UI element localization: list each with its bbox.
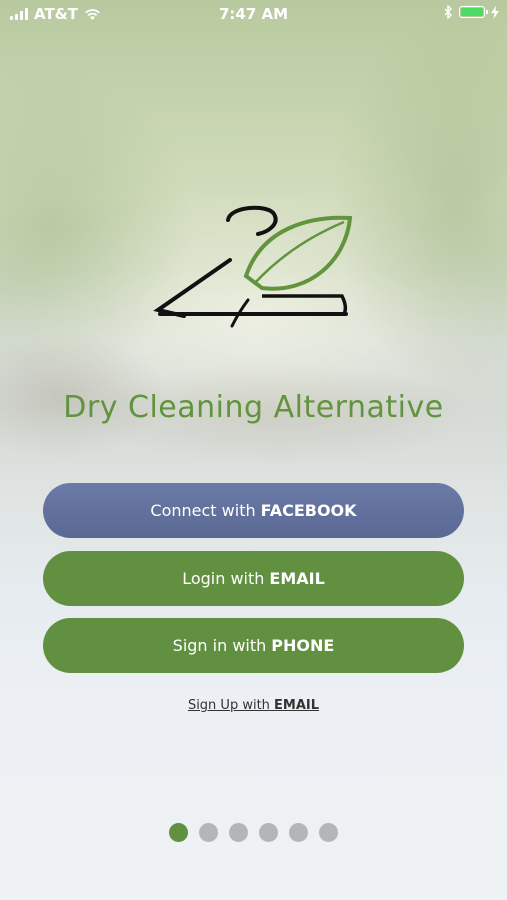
status-time: 7:47 AM bbox=[218, 5, 289, 23]
email-button-prefix: Login with bbox=[182, 569, 265, 588]
page-dot[interactable] bbox=[169, 823, 188, 842]
facebook-button-prefix: Connect with bbox=[150, 501, 256, 520]
page-dot[interactable] bbox=[229, 823, 248, 842]
charging-bolt-icon bbox=[491, 5, 499, 19]
status-right bbox=[444, 5, 499, 19]
battery-icon bbox=[459, 6, 488, 18]
background-overlay bbox=[0, 0, 507, 900]
page-dot[interactable] bbox=[319, 823, 338, 842]
status-bar: AT&T 7:47 AM bbox=[0, 0, 507, 28]
login-email-button[interactable]: Login with EMAIL bbox=[43, 551, 464, 606]
connect-facebook-button[interactable]: Connect with FACEBOOK bbox=[43, 483, 464, 538]
phone-button-emphasis: PHONE bbox=[271, 636, 335, 655]
page-dot[interactable] bbox=[199, 823, 218, 842]
sign-up-emphasis: EMAIL bbox=[274, 698, 320, 713]
brand-title: Dry Cleaning Alternative bbox=[63, 390, 444, 425]
phone-button-prefix: Sign in with bbox=[172, 636, 267, 655]
email-button-emphasis: EMAIL bbox=[269, 569, 325, 588]
sign-up-prefix: Sign Up with bbox=[187, 698, 270, 713]
hanger-leaf-logo bbox=[153, 205, 353, 328]
sign-in-phone-button[interactable]: Sign in with PHONE bbox=[43, 618, 464, 673]
page-indicator bbox=[0, 823, 507, 842]
page-dot[interactable] bbox=[259, 823, 278, 842]
bluetooth-icon bbox=[444, 5, 452, 19]
sign-up-email-link[interactable]: Sign Up with EMAIL bbox=[0, 698, 507, 713]
sign-up-link-text: Sign Up with EMAIL bbox=[188, 698, 319, 713]
facebook-button-emphasis: FACEBOOK bbox=[260, 501, 357, 520]
page-dot[interactable] bbox=[289, 823, 308, 842]
